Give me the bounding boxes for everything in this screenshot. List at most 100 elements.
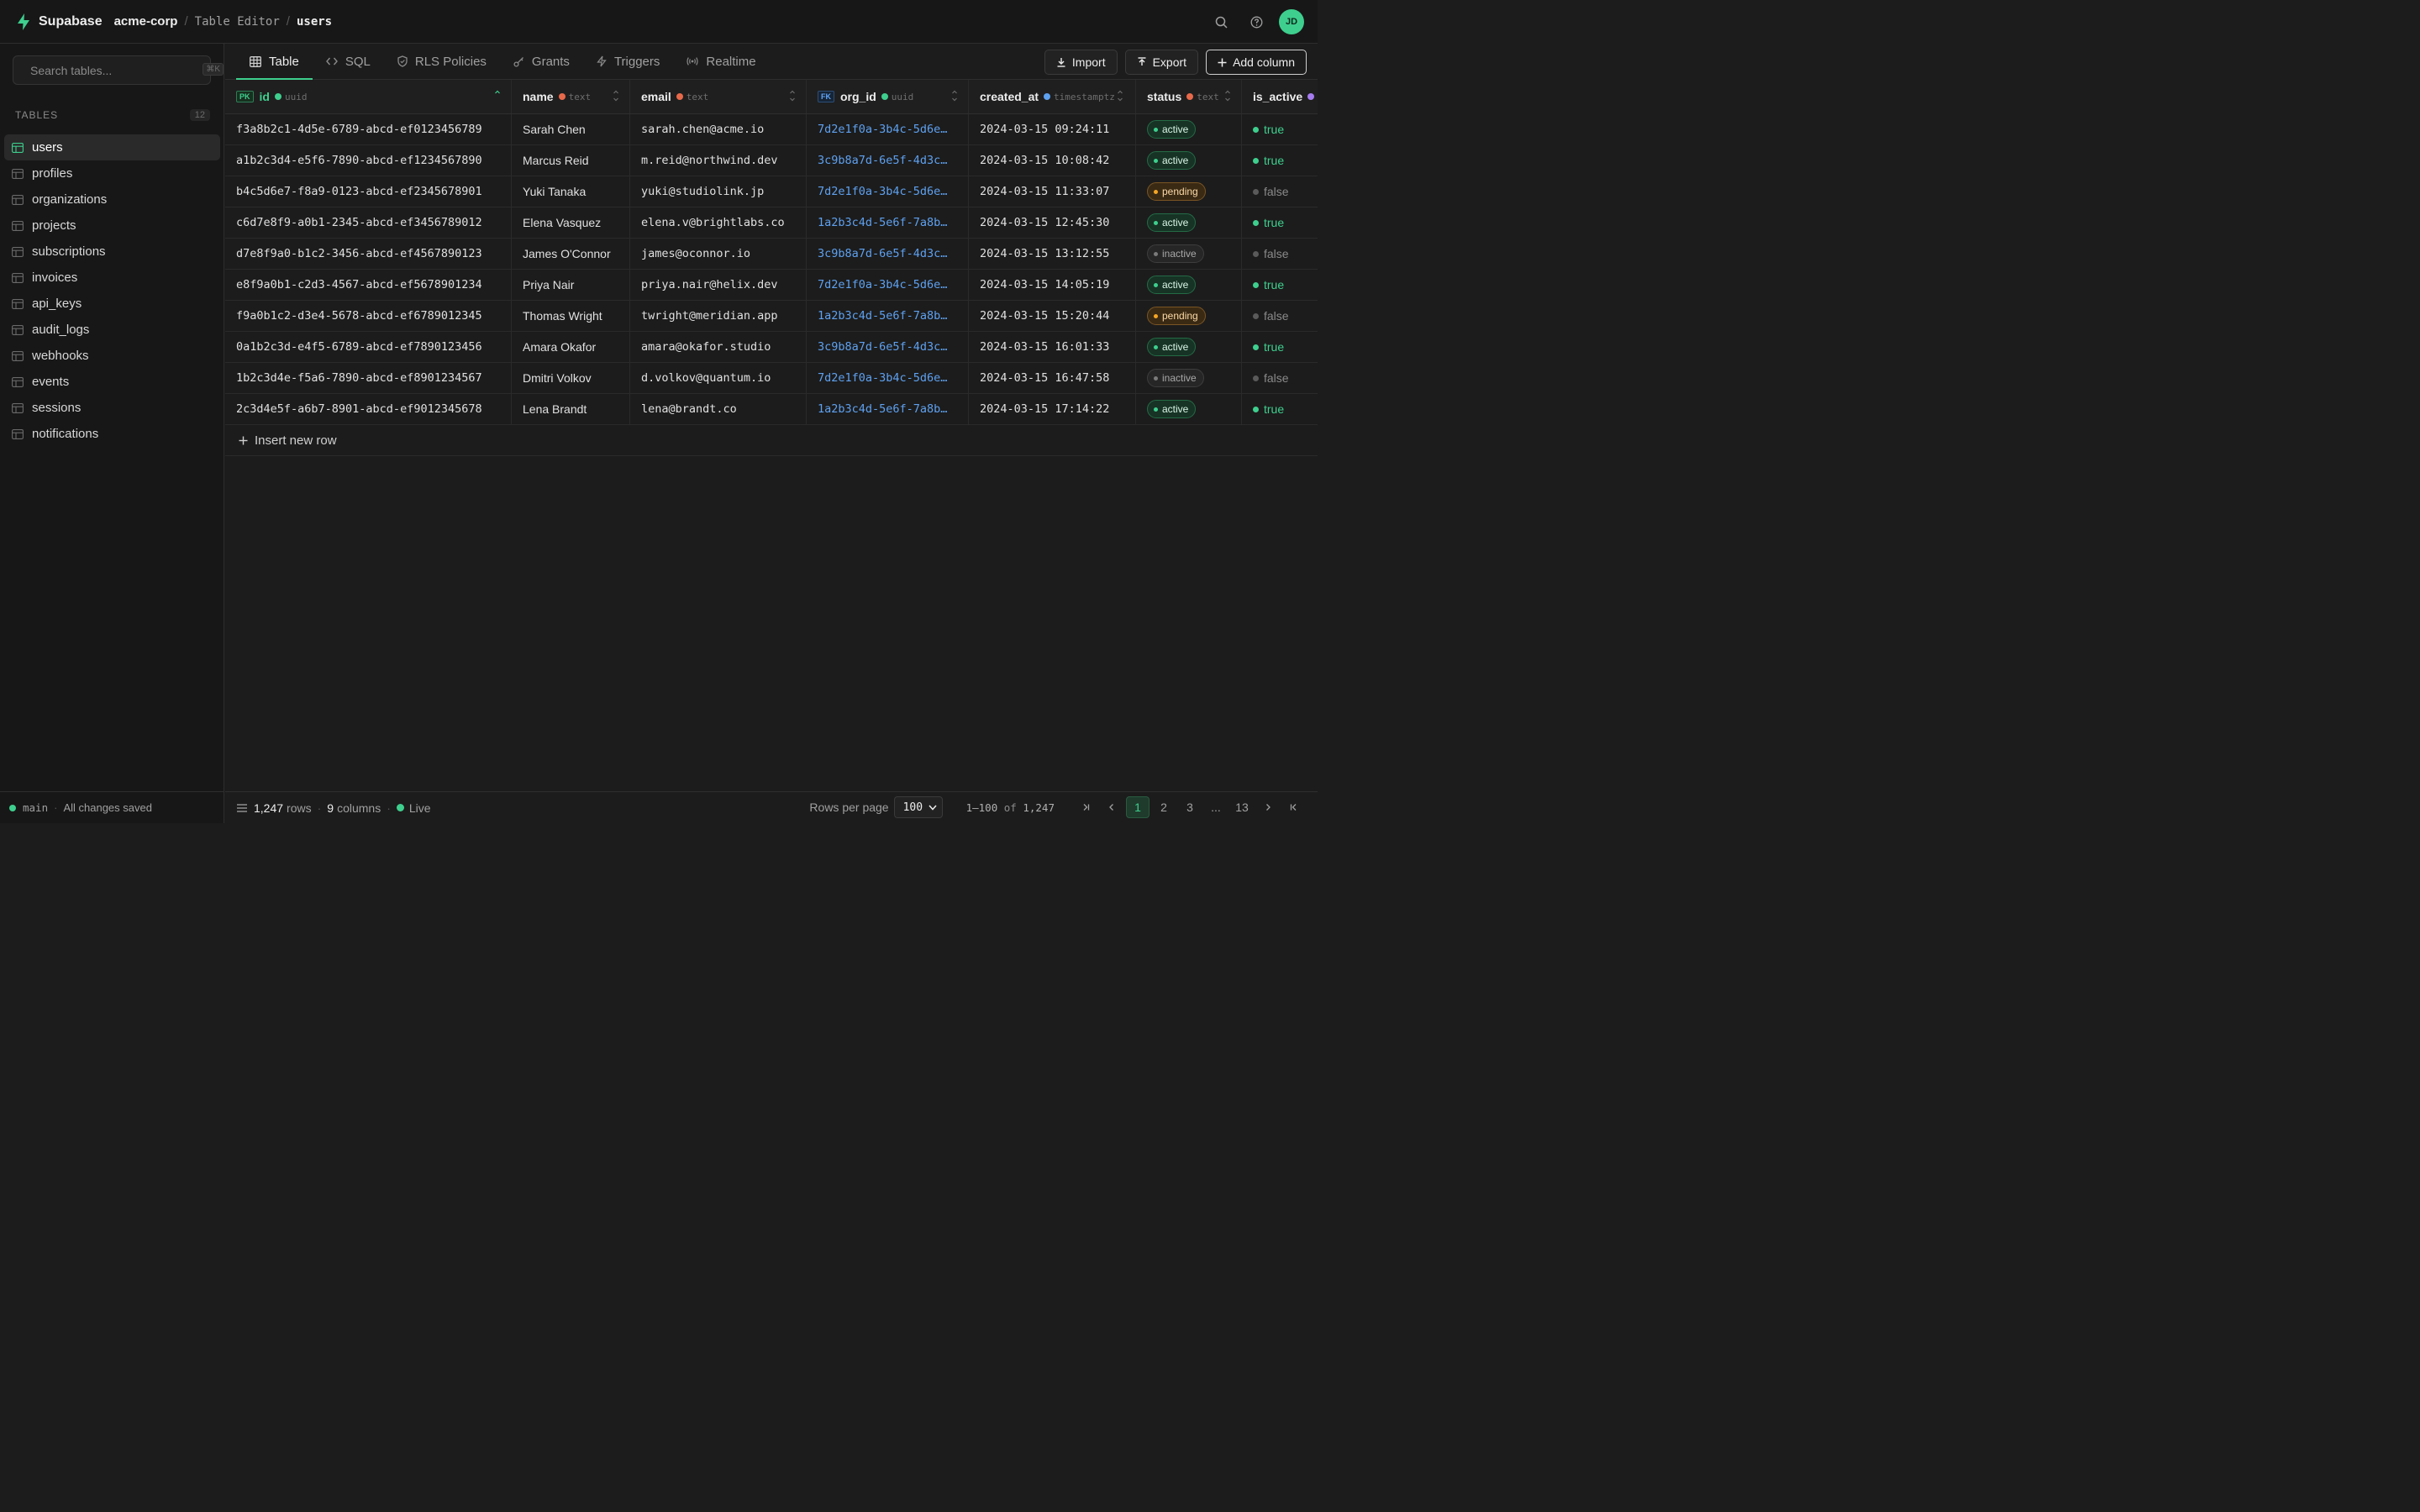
cell-status[interactable]: inactive (1136, 239, 1242, 269)
foreign-key-link[interactable]: 3c9b8a7d-6e5f-4d3c… (818, 154, 959, 167)
cell-is-active[interactable]: false (1242, 176, 1318, 207)
cell-created-at[interactable]: 2024-03-15 14:05:19 (969, 270, 1136, 300)
table-row[interactable]: a1b2c3d4-e5f6-7890-abcd-ef1234567890 Marc… (225, 145, 1318, 176)
cell-status[interactable]: active (1136, 270, 1242, 300)
search-icon[interactable] (1208, 9, 1234, 34)
cell-name[interactable]: Sarah Chen (512, 114, 630, 144)
cell-name[interactable]: Dmitri Volkov (512, 363, 630, 393)
cell-name[interactable]: James O'Connor (512, 239, 630, 269)
foreign-key-link[interactable]: 3c9b8a7d-6e5f-4d3c… (818, 340, 959, 354)
cell-name[interactable]: Yuki Tanaka (512, 176, 630, 207)
foreign-key-link[interactable]: 3c9b8a7d-6e5f-4d3c… (818, 247, 959, 260)
breadcrumb-section[interactable]: Table Editor (195, 15, 280, 29)
sidebar-item-api-keys[interactable]: api_keys (4, 291, 220, 317)
column-header-created-at[interactable]: created_at timestamptz (969, 80, 1136, 113)
cell-org-id[interactable]: 1a2b3c4d-5e6f-7a8b… (807, 394, 969, 424)
cell-is-active[interactable]: true (1242, 332, 1318, 362)
table-row[interactable]: f3a8b2c1-4d5e-6789-abcd-ef0123456789 Sara… (225, 114, 1318, 145)
cell-org-id[interactable]: 3c9b8a7d-6e5f-4d3c… (807, 239, 969, 269)
foreign-key-link[interactable]: 1a2b3c4d-5e6f-7a8b… (818, 216, 959, 229)
cell-email[interactable]: yuki@studiolink.jp (630, 176, 807, 207)
table-row[interactable]: b4c5d6e7-f8a9-0123-abcd-ef2345678901 Yuki… (225, 176, 1318, 207)
table-row[interactable]: d7e8f9a0-b1c2-3456-abcd-ef4567890123 Jame… (225, 239, 1318, 270)
avatar[interactable]: JD (1279, 9, 1304, 34)
foreign-key-link[interactable]: 7d2e1f0a-3b4c-5d6e… (818, 278, 959, 291)
cell-id[interactable]: 2c3d4e5f-a6b7-8901-abcd-ef9012345678 (225, 394, 512, 424)
sidebar-item-events[interactable]: events (4, 369, 220, 395)
cell-org-id[interactable]: 1a2b3c4d-5e6f-7a8b… (807, 301, 969, 331)
cell-org-id[interactable]: 3c9b8a7d-6e5f-4d3c… (807, 145, 969, 176)
cell-status[interactable]: pending (1136, 301, 1242, 331)
cell-name[interactable]: Thomas Wright (512, 301, 630, 331)
cell-email[interactable]: d.volkov@quantum.io (630, 363, 807, 393)
cell-name[interactable]: Elena Vasquez (512, 207, 630, 238)
column-header-status[interactable]: status text (1136, 80, 1242, 113)
branch-name[interactable]: main (23, 801, 48, 814)
cell-created-at[interactable]: 2024-03-15 10:08:42 (969, 145, 1136, 176)
sort-ascending-icon[interactable] (494, 88, 501, 103)
previous-page-button[interactable] (1100, 796, 1123, 818)
cell-is-active[interactable]: true (1242, 207, 1318, 238)
search-input[interactable] (30, 63, 198, 77)
add-column-button[interactable]: Add column (1206, 50, 1307, 75)
tab-table[interactable]: Table (236, 44, 313, 80)
cell-email[interactable]: m.reid@northwind.dev (630, 145, 807, 176)
page-13-button[interactable]: 13 (1230, 796, 1254, 818)
foreign-key-link[interactable]: 1a2b3c4d-5e6f-7a8b… (818, 402, 959, 416)
cell-id[interactable]: 0a1b2c3d-e4f5-6789-abcd-ef7890123456 (225, 332, 512, 362)
foreign-key-link[interactable]: 1a2b3c4d-5e6f-7a8b… (818, 309, 959, 323)
cell-created-at[interactable]: 2024-03-15 12:45:30 (969, 207, 1136, 238)
cell-org-id[interactable]: 7d2e1f0a-3b4c-5d6e… (807, 176, 969, 207)
cell-created-at[interactable]: 2024-03-15 09:24:11 (969, 114, 1136, 144)
cell-id[interactable]: d7e8f9a0-b1c2-3456-abcd-ef4567890123 (225, 239, 512, 269)
import-button[interactable]: Import (1044, 50, 1118, 75)
cell-name[interactable]: Priya Nair (512, 270, 630, 300)
cell-is-active[interactable]: false (1242, 363, 1318, 393)
cell-id[interactable]: b4c5d6e7-f8a9-0123-abcd-ef2345678901 (225, 176, 512, 207)
table-row[interactable]: 1b2c3d4e-f5a6-7890-abcd-ef8901234567 Dmit… (225, 363, 1318, 394)
cell-is-active[interactable]: true (1242, 145, 1318, 176)
cell-id[interactable]: f9a0b1c2-d3e4-5678-abcd-ef6789012345 (225, 301, 512, 331)
cell-status[interactable]: active (1136, 145, 1242, 176)
table-row[interactable]: 2c3d4e5f-a6b7-8901-abcd-ef9012345678 Lena… (225, 394, 1318, 425)
cell-is-active[interactable]: false (1242, 239, 1318, 269)
foreign-key-link[interactable]: 7d2e1f0a-3b4c-5d6e… (818, 371, 959, 385)
cell-status[interactable]: active (1136, 207, 1242, 238)
cell-status[interactable]: active (1136, 394, 1242, 424)
cell-email[interactable]: priya.nair@helix.dev (630, 270, 807, 300)
cell-org-id[interactable]: 1a2b3c4d-5e6f-7a8b… (807, 207, 969, 238)
sidebar-item-audit-logs[interactable]: audit_logs (4, 317, 220, 343)
column-header-is-active[interactable]: is_active (1242, 80, 1318, 113)
cell-org-id[interactable]: 7d2e1f0a-3b4c-5d6e… (807, 363, 969, 393)
cell-created-at[interactable]: 2024-03-15 16:01:33 (969, 332, 1136, 362)
sidebar-item-invoices[interactable]: invoices (4, 265, 220, 291)
cell-created-at[interactable]: 2024-03-15 13:12:55 (969, 239, 1136, 269)
insert-row-button[interactable]: Insert new row (225, 425, 1318, 456)
cell-email[interactable]: sarah.chen@acme.io (630, 114, 807, 144)
sidebar-item-users[interactable]: users (4, 134, 220, 160)
rows-per-page-select[interactable]: 100 (893, 796, 943, 818)
cell-created-at[interactable]: 2024-03-15 15:20:44 (969, 301, 1136, 331)
cell-org-id[interactable]: 3c9b8a7d-6e5f-4d3c… (807, 332, 969, 362)
export-button[interactable]: Export (1124, 50, 1199, 75)
tab-realtime[interactable]: Realtime (673, 44, 769, 79)
help-icon[interactable] (1244, 9, 1269, 34)
sort-icon[interactable] (789, 88, 796, 103)
cell-id[interactable]: 1b2c3d4e-f5a6-7890-abcd-ef8901234567 (225, 363, 512, 393)
cell-name[interactable]: Marcus Reid (512, 145, 630, 176)
cell-id[interactable]: f3a8b2c1-4d5e-6789-abcd-ef0123456789 (225, 114, 512, 144)
sidebar-item-notifications[interactable]: notifications (4, 421, 220, 447)
cell-status[interactable]: inactive (1136, 363, 1242, 393)
cell-status[interactable]: active (1136, 332, 1242, 362)
foreign-key-link[interactable]: 7d2e1f0a-3b4c-5d6e… (818, 123, 959, 136)
first-page-button[interactable] (1074, 796, 1097, 818)
cell-created-at[interactable]: 2024-03-15 11:33:07 (969, 176, 1136, 207)
sidebar-item-subscriptions[interactable]: subscriptions (4, 239, 220, 265)
next-page-button[interactable] (1256, 796, 1280, 818)
cell-email[interactable]: twright@meridian.app (630, 301, 807, 331)
tab-sql[interactable]: SQL (313, 44, 384, 79)
brand[interactable]: Supabase (17, 13, 103, 30)
page-3-button[interactable]: 3 (1178, 796, 1202, 818)
breadcrumb-project[interactable]: acme-corp (114, 14, 178, 29)
sidebar-item-projects[interactable]: projects (4, 213, 220, 239)
